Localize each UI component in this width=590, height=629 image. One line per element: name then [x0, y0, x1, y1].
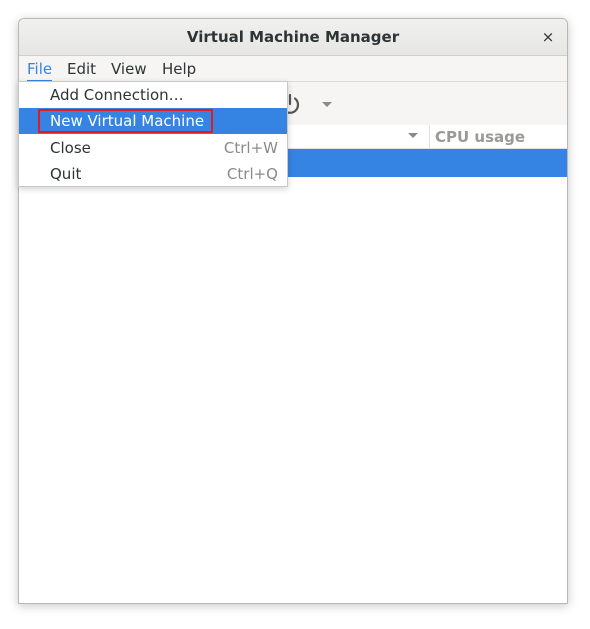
cpu-usage-header[interactable]: CPU usage [435, 128, 525, 146]
chevron-down-icon[interactable] [321, 99, 333, 111]
menu-help[interactable]: Help [162, 60, 196, 80]
menu-item-new-virtual-machine[interactable]: New Virtual Machine [19, 108, 287, 134]
close-button[interactable]: × [539, 28, 557, 46]
menu-item-label: New Virtual Machine [50, 112, 205, 130]
title-bar: Virtual Machine Manager × [19, 19, 567, 56]
menu-item-label: Close [50, 139, 91, 157]
menu-edit[interactable]: Edit [67, 60, 96, 80]
menu-item-quit[interactable]: Quit Ctrl+Q [19, 161, 287, 187]
sort-arrow-icon[interactable] [407, 130, 419, 142]
menu-item-label: Quit [50, 165, 82, 183]
menu-bar: File Edit View Help [19, 56, 567, 82]
menu-file[interactable]: File [27, 60, 53, 82]
menu-item-close[interactable]: Close Ctrl+W [19, 135, 287, 161]
shortcut-label: Ctrl+Q [226, 165, 278, 183]
menu-view[interactable]: View [111, 60, 147, 80]
menu-item-label: Add Connection… [50, 86, 184, 104]
file-menu-dropdown: Add Connection… New Virtual Machine Clos… [18, 81, 288, 187]
column-separator [429, 125, 430, 149]
window-title: Virtual Machine Manager [186, 28, 400, 46]
menu-item-add-connection[interactable]: Add Connection… [19, 82, 287, 108]
shortcut-label: Ctrl+W [223, 139, 278, 157]
